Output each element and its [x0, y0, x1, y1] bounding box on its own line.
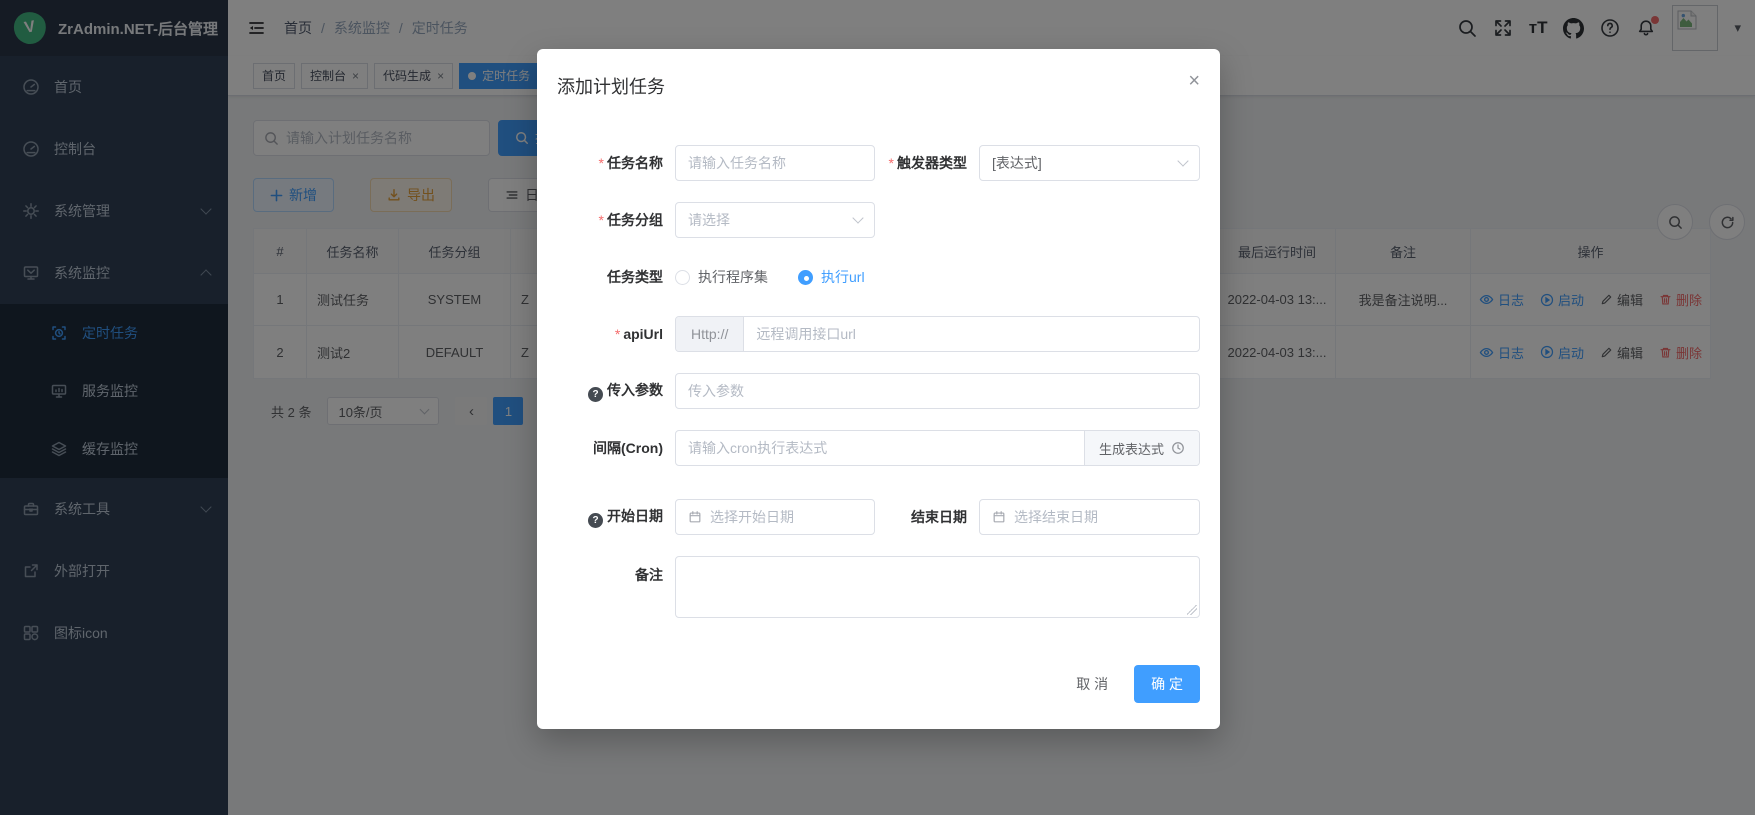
question-icon: ? [588, 387, 603, 402]
task-name-field [675, 145, 875, 181]
end-date-placeholder: 选择结束日期 [1014, 507, 1098, 527]
radio-checked-icon [798, 270, 813, 285]
task-name-label: *任务名称 [557, 153, 675, 173]
radio-assembly[interactable]: 执行程序集 [675, 267, 768, 287]
remark-textarea[interactable] [676, 557, 1199, 617]
calendar-icon [992, 510, 1006, 524]
chevron-down-icon [852, 212, 863, 223]
params-label: ?传入参数 [557, 380, 675, 402]
api-url-prefix: Http:// [676, 317, 744, 351]
required-mark: * [599, 155, 604, 171]
chevron-down-icon [1177, 155, 1188, 166]
remark-field [675, 556, 1200, 618]
add-task-dialog: 添加计划任务 × *任务名称 *触发器类型 [表达式] *任务分组 请选择 任务… [537, 49, 1220, 729]
radio-url[interactable]: 执行url [798, 267, 865, 287]
params-input[interactable] [688, 383, 1187, 399]
task-type-label: 任务类型 [557, 267, 675, 287]
remark-label: 备注 [557, 556, 675, 585]
start-date-label: ?开始日期 [557, 506, 675, 528]
api-url-input[interactable] [744, 326, 1199, 342]
resize-handle-icon[interactable] [1187, 605, 1197, 615]
task-group-label: *任务分组 [557, 210, 675, 230]
trigger-type-label: *触发器类型 [875, 153, 979, 173]
required-mark: * [615, 326, 620, 342]
required-mark: * [599, 212, 604, 228]
start-date-placeholder: 选择开始日期 [710, 507, 794, 527]
close-icon[interactable]: × [1188, 71, 1200, 91]
cancel-button[interactable]: 取 消 [1060, 665, 1124, 703]
cron-field: 生成表达式 [675, 430, 1200, 466]
end-date-label: 结束日期 [875, 507, 979, 527]
cron-label: 间隔(Cron) [557, 438, 675, 458]
dialog-title: 添加计划任务 [557, 77, 665, 97]
trigger-type-select[interactable]: [表达式] [979, 145, 1200, 181]
api-url-label: *apiUrl [557, 326, 675, 342]
question-icon: ? [588, 513, 603, 528]
cron-input[interactable] [676, 440, 1084, 456]
task-name-input[interactable] [688, 155, 862, 171]
task-group-placeholder: 请选择 [688, 210, 730, 230]
confirm-button[interactable]: 确 定 [1134, 665, 1200, 703]
api-url-field: Http:// [675, 316, 1200, 352]
generate-cron-button[interactable]: 生成表达式 [1084, 431, 1199, 465]
required-mark: * [889, 155, 894, 171]
clock-icon [1171, 441, 1185, 455]
radio-icon [675, 270, 690, 285]
calendar-icon [688, 510, 702, 524]
trigger-type-value: [表达式] [992, 153, 1042, 173]
end-date-picker[interactable]: 选择结束日期 [979, 499, 1200, 535]
params-field [675, 373, 1200, 409]
task-group-select[interactable]: 请选择 [675, 202, 875, 238]
start-date-picker[interactable]: 选择开始日期 [675, 499, 875, 535]
